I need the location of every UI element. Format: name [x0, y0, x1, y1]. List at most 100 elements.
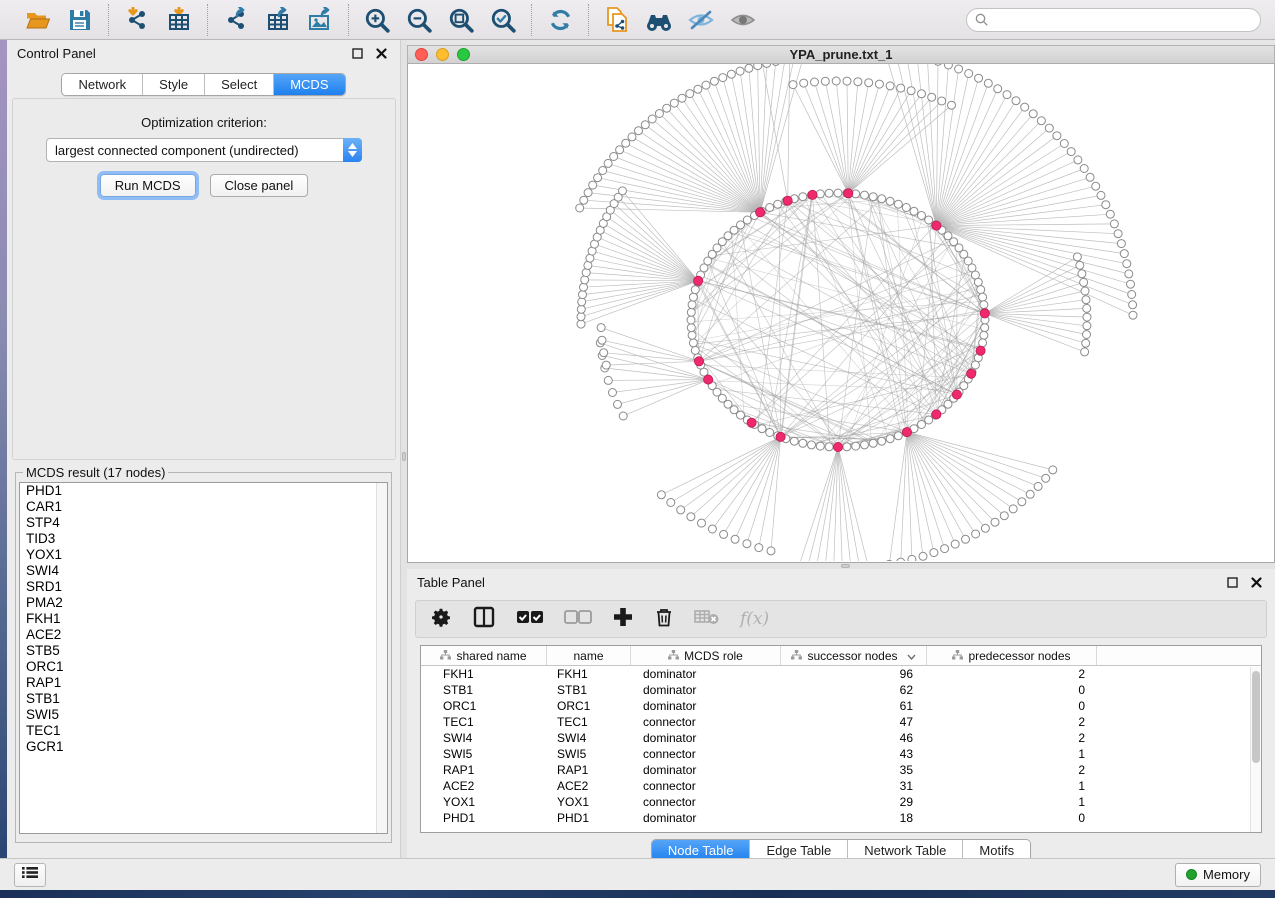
network-node[interactable] — [719, 74, 727, 82]
mcds-result-item[interactable]: SWI4 — [20, 563, 387, 579]
zoom-fit-button[interactable] — [443, 4, 479, 36]
network-node[interactable] — [1097, 191, 1105, 199]
mcds-hub-node[interactable] — [756, 208, 765, 217]
network-node[interactable] — [925, 416, 933, 424]
network-node[interactable] — [763, 64, 771, 67]
float-panel-icon[interactable] — [348, 46, 366, 62]
network-node[interactable] — [1073, 253, 1081, 261]
network-node[interactable] — [965, 70, 973, 78]
network-node[interactable] — [907, 87, 915, 95]
network-node[interactable] — [825, 189, 833, 197]
network-node[interactable] — [655, 110, 663, 118]
network-node[interactable] — [886, 82, 894, 90]
hide-graphics-details-button[interactable] — [683, 4, 719, 36]
network-node[interactable] — [1080, 165, 1088, 173]
network-node[interactable] — [955, 65, 963, 73]
network-node[interactable] — [944, 64, 952, 69]
tab-mcds[interactable]: MCDS — [274, 74, 344, 95]
network-node[interactable] — [578, 298, 586, 306]
mcds-result-item[interactable]: STB5 — [20, 643, 387, 659]
network-node[interactable] — [708, 525, 716, 533]
network-node[interactable] — [582, 269, 590, 277]
network-node[interactable] — [1083, 331, 1091, 339]
network-node[interactable] — [980, 331, 988, 339]
network-node[interactable] — [981, 324, 989, 332]
network-node[interactable] — [816, 442, 824, 450]
toggle-column-pane-button[interactable] — [472, 604, 496, 634]
network-node[interactable] — [1081, 348, 1089, 356]
network-node[interactable] — [581, 276, 589, 284]
network-node[interactable] — [641, 121, 649, 129]
network-node[interactable] — [755, 544, 763, 552]
network-node[interactable] — [962, 535, 970, 543]
network-node[interactable] — [667, 499, 675, 507]
mcds-result-item[interactable]: CAR1 — [20, 499, 387, 515]
network-node[interactable] — [616, 146, 624, 154]
network-node[interactable] — [1106, 210, 1114, 218]
network-node[interactable] — [789, 81, 797, 89]
criterion-select[interactable]: largest connected component (undirected) — [46, 138, 362, 162]
network-node[interactable] — [577, 313, 585, 321]
network-node[interactable] — [766, 429, 774, 437]
network-node[interactable] — [1080, 278, 1088, 286]
network-node[interactable] — [1123, 260, 1131, 268]
network-node[interactable] — [580, 196, 588, 204]
network-node[interactable] — [1009, 505, 1017, 513]
network-node[interactable] — [980, 301, 988, 309]
network-node[interactable] — [865, 79, 873, 87]
network-node[interactable] — [984, 79, 992, 87]
network-node[interactable] — [897, 558, 905, 561]
mcds-list-scrollbar[interactable] — [376, 483, 387, 833]
network-node[interactable] — [1037, 117, 1045, 125]
search-input[interactable] — [966, 8, 1261, 32]
network-node[interactable] — [767, 547, 775, 555]
column-header-successor-nodes[interactable]: successor nodes — [781, 646, 927, 665]
tab-select[interactable]: Select — [205, 74, 274, 95]
network-node[interactable] — [1034, 482, 1042, 490]
network-node[interactable] — [758, 425, 766, 433]
network-node[interactable] — [1053, 132, 1061, 140]
network-node[interactable] — [1082, 339, 1090, 347]
column-header-name[interactable]: name — [547, 646, 631, 665]
network-node[interactable] — [981, 524, 989, 532]
network-node[interactable] — [886, 435, 894, 443]
mcds-result-item[interactable]: FKH1 — [20, 611, 387, 627]
zoom-in-button[interactable] — [359, 4, 395, 36]
close-table-panel-icon[interactable] — [1247, 575, 1265, 591]
network-node[interactable] — [934, 64, 942, 65]
mcds-hub-node[interactable] — [747, 418, 756, 427]
table-row[interactable]: SWI5SWI5connector431 — [421, 746, 1261, 762]
network-node[interactable] — [799, 439, 807, 447]
network-node[interactable] — [894, 200, 902, 208]
show-graphics-details-button[interactable] — [725, 4, 761, 36]
network-node[interactable] — [843, 77, 851, 85]
network-node[interactable] — [875, 80, 883, 88]
deselect-all-columns-button[interactable] — [564, 604, 592, 634]
mcds-hub-node[interactable] — [776, 432, 785, 441]
import-network-button[interactable] — [119, 4, 155, 36]
column-header-MCDS-role[interactable]: MCDS role — [631, 646, 781, 665]
network-node[interactable] — [610, 153, 618, 161]
mcds-hub-node[interactable] — [808, 190, 817, 199]
run-mcds-button[interactable]: Run MCDS — [100, 174, 196, 197]
mcds-hub-node[interactable] — [932, 410, 941, 419]
network-node[interactable] — [1049, 466, 1057, 474]
mcds-result-item[interactable]: PMA2 — [20, 595, 387, 611]
network-node[interactable] — [1120, 250, 1128, 258]
network-node[interactable] — [941, 545, 949, 553]
network-node[interactable] — [602, 361, 610, 369]
network-node[interactable] — [579, 291, 587, 299]
search-binoculars-button[interactable] — [641, 4, 677, 36]
mcds-hub-node[interactable] — [783, 196, 792, 205]
network-node[interactable] — [918, 421, 926, 429]
network-node[interactable] — [622, 139, 630, 147]
refresh-layout-button[interactable] — [542, 4, 578, 36]
network-node[interactable] — [894, 432, 902, 440]
mcds-hub-node[interactable] — [980, 309, 989, 318]
network-node[interactable] — [928, 93, 936, 101]
table-settings-button[interactable] — [430, 604, 452, 634]
network-node[interactable] — [1074, 156, 1082, 164]
memory-button[interactable]: Memory — [1175, 863, 1261, 887]
network-node[interactable] — [1129, 301, 1137, 309]
network-node[interactable] — [1021, 103, 1029, 111]
